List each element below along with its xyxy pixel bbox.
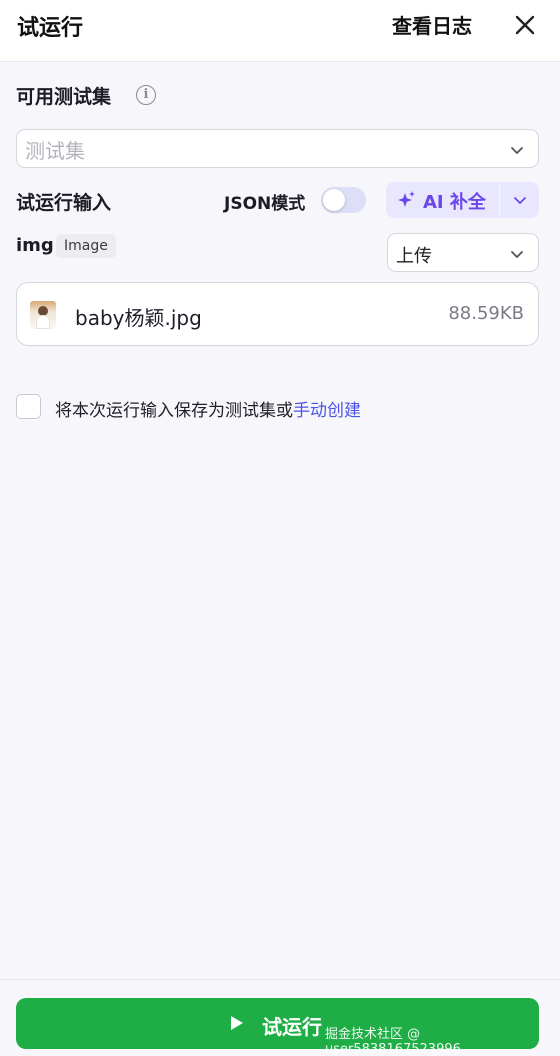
json-mode-toggle[interactable] [321,187,366,213]
source-select[interactable]: 上传 [387,233,539,272]
save-as-test-set-checkbox[interactable] [16,394,41,419]
json-mode-label: JSON模式 [224,194,306,214]
ai-fill-dropdown[interactable] [500,182,539,218]
uploaded-file-card[interactable]: baby杨颖.jpg 88.59KB [16,282,539,346]
param-name: img [16,235,54,256]
manual-create-link[interactable]: 手动创建 [293,401,361,421]
param-type-badge: Image [56,234,116,258]
ai-fill-button[interactable]: AI 补全 [386,182,499,218]
ai-fill-label: AI 补全 [423,192,486,213]
watermark: 掘金技术社区 @ user5838167523996 [325,1027,461,1056]
toggle-knob [323,189,345,211]
header: 试运行 查看日志 [0,0,560,62]
save-as-test-set-text: 将本次运行输入保存为测试集或手动创建 [55,396,361,421]
file-name: baby杨颖.jpg [75,306,202,330]
sparkle-icon [397,190,417,210]
run-input-label: 试运行输入 [16,192,112,214]
page-title: 试运行 [17,16,84,41]
chevron-down-icon [512,192,528,208]
save-label: 将本次运行输入保存为测试集或 [55,401,293,421]
chevron-down-icon [509,246,525,262]
test-set-select[interactable]: 测试集 [16,129,539,168]
test-set-label: 可用测试集 [16,86,112,108]
run-button-label: 试运行 [262,1015,322,1039]
close-icon[interactable] [512,12,538,38]
info-icon[interactable]: i [136,85,156,105]
view-log-button[interactable]: 查看日志 [392,10,472,39]
test-set-placeholder: 测试集 [25,139,85,163]
file-thumbnail [30,301,56,329]
play-icon [231,1016,243,1030]
file-size: 88.59KB [448,303,524,324]
chevron-down-icon [509,142,525,158]
source-select-value: 上传 [396,246,432,267]
